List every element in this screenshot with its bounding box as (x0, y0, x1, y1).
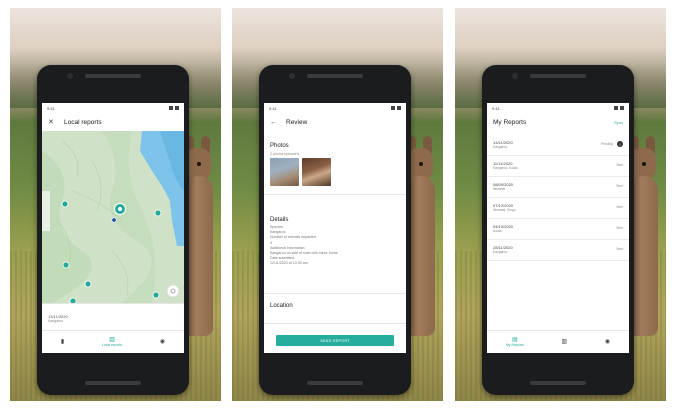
bottom-nav: ▮ ▥ Local reports ◉ (42, 330, 184, 353)
photos-subtitle: 2 photos uploaded (270, 152, 299, 156)
speaker-grille (530, 74, 586, 78)
selected-report-card[interactable]: 13/11/2020 Kangaroo (42, 303, 184, 330)
report-status: Sent (616, 205, 623, 209)
camera-icon (289, 73, 295, 79)
photo-thumbnail[interactable] (270, 158, 299, 186)
page-title: Review (286, 118, 308, 126)
current-location-marker[interactable] (111, 217, 117, 223)
close-icon[interactable]: ✕ (48, 118, 56, 126)
pending-icon: ! (617, 141, 623, 147)
report-status: Pending (600, 142, 613, 146)
photos-heading: Photos (270, 143, 289, 149)
phone-screen: 9:41 ← Review Photos 2 photos uploaded D… (264, 103, 406, 353)
bottom-nav: ▤ My Reports ▥ ◉ (487, 330, 629, 353)
phone-screen: 9:41 ✕ Local reports 13/11/2020 Kangaroo… (42, 103, 184, 353)
photo-thumbnail[interactable] (302, 158, 331, 186)
map-marker[interactable] (62, 261, 70, 269)
app-bar: ✕ Local reports (42, 113, 184, 131)
map-view[interactable] (42, 131, 184, 303)
location-heading: Location (270, 303, 293, 309)
page-title: My Reports (493, 118, 527, 126)
speaker-grille-bottom (307, 381, 363, 385)
status-bar: 9:41 (264, 103, 406, 113)
nav-item-local-reports[interactable]: ▥ Local reports (102, 337, 122, 347)
details-heading: Details (270, 217, 289, 223)
speaker-grille-bottom (530, 381, 586, 385)
battery-icon (620, 106, 624, 110)
map-marker-selected[interactable] (114, 203, 126, 215)
speaker-grille (85, 74, 141, 78)
nav-item-book[interactable]: ▮ (61, 339, 64, 345)
report-row[interactable]: 13/11/2020 Kangaroo Pending ! (487, 135, 629, 156)
map-marker[interactable] (61, 200, 69, 208)
report-status: Sent (616, 163, 623, 167)
screenshot-panel-local-reports: 9:41 ✕ Local reports 13/11/2020 Kangaroo… (10, 8, 221, 401)
phone-frame: 9:41 My Reports Sync 13/11/2020 Kangaroo… (482, 65, 634, 395)
report-row[interactable]: 04/10/2020 Koala Sent (487, 219, 629, 240)
speaker-grille-bottom (85, 381, 141, 385)
status-bar: 9:41 (487, 103, 629, 113)
battery-icon (175, 106, 179, 110)
book-icon: ▮ (60, 339, 65, 345)
report-species: Koala (493, 229, 502, 233)
phone-screen: 9:41 My Reports Sync 13/11/2020 Kangaroo… (487, 103, 629, 353)
details-list: Species Kangaroo Number of animals impac… (270, 225, 338, 267)
report-species: Wombat (493, 187, 506, 191)
camera-icon (512, 73, 518, 79)
page-title: Local reports (64, 118, 102, 126)
nav-label: Local reports (101, 343, 123, 347)
signal-icon (391, 106, 395, 110)
user-icon: ◉ (604, 339, 611, 345)
report-status: Sent (616, 247, 623, 251)
status-bar: 9:41 (42, 103, 184, 113)
send-report-button[interactable]: SEND REPORT (276, 335, 394, 346)
report-species: Kangaroo, Koala (493, 166, 518, 170)
map-marker[interactable] (84, 280, 92, 288)
nav-item-my-reports[interactable]: ▤ My Reports (506, 337, 524, 347)
report-species: Wombat, Dingo (493, 208, 516, 212)
report-status: Sent (616, 226, 623, 230)
status-time: 9:41 (47, 105, 55, 111)
battery-icon (397, 106, 401, 110)
camera-icon (67, 73, 73, 79)
speaker-grille (307, 74, 363, 78)
report-species: Kangaroo (493, 145, 508, 149)
map-marker[interactable] (152, 291, 160, 299)
report-row[interactable]: 28/11/2020 Kangaroo Sent (487, 240, 629, 261)
divider (264, 293, 406, 294)
status-time: 9:41 (269, 105, 277, 111)
sync-button[interactable]: Sync (614, 120, 623, 125)
signal-icon (614, 106, 618, 110)
phone-frame: 9:41 ← Review Photos 2 photos uploaded D… (259, 65, 411, 395)
app-bar: ← Review (264, 113, 406, 131)
screenshot-panel-my-reports: 9:41 My Reports Sync 13/11/2020 Kangaroo… (455, 8, 666, 401)
divider (264, 323, 406, 324)
report-row[interactable]: 11/11/2020 Kangaroo, Koala Sent (487, 156, 629, 177)
nav-item-profile[interactable]: ◉ (605, 339, 610, 345)
locate-me-button[interactable] (166, 284, 180, 298)
report-species: Kangaroo (48, 319, 64, 323)
nav-item-profile[interactable]: ◉ (160, 339, 165, 345)
report-status: Sent (616, 184, 623, 188)
divider (264, 194, 406, 195)
status-time: 9:41 (492, 105, 500, 111)
phone-frame: 9:41 ✕ Local reports 13/11/2020 Kangaroo… (37, 65, 189, 395)
screenshot-panel-review: 9:41 ← Review Photos 2 photos uploaded D… (232, 8, 443, 401)
report-species: Kangaroo (493, 250, 508, 254)
signal-icon (169, 106, 173, 110)
detail-value-date: 12/11/2020 at 10:30 am (270, 261, 308, 266)
map-marker[interactable] (154, 209, 162, 217)
nav-item-map[interactable]: ▥ (561, 339, 567, 345)
report-row[interactable]: 08/09/2020 Wombat Sent (487, 177, 629, 198)
arrow-back-icon[interactable]: ← (270, 119, 278, 126)
user-icon: ◉ (159, 339, 166, 345)
app-bar: My Reports Sync (487, 113, 629, 131)
report-row[interactable]: 07/12/2020 Wombat, Dingo Sent (487, 198, 629, 219)
map-icon: ▥ (561, 339, 568, 345)
nav-label: My Reports (505, 343, 524, 347)
